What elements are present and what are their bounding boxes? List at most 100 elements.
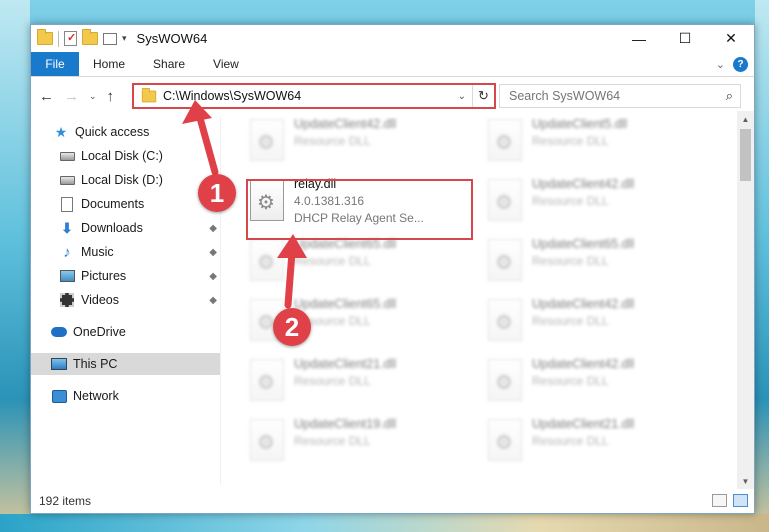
file-item[interactable]: ⚙ UpdateClient5.dll Resource DLL	[482, 117, 710, 171]
file-item[interactable]: ⚙ UpdateClient42.dll Resource DLL	[482, 353, 710, 411]
download-icon: ⬇	[61, 219, 73, 236]
new-folder-icon[interactable]	[82, 29, 98, 45]
ribbon-right: ⌄ ?	[716, 52, 754, 76]
back-button[interactable]: ←	[39, 88, 54, 105]
properties-icon[interactable]	[64, 31, 77, 46]
file-type: Resource DLL	[294, 434, 371, 448]
sidebar-item-label: Documents	[81, 197, 145, 211]
status-bar: 192 items	[31, 489, 754, 513]
tab-view[interactable]: View	[199, 52, 253, 76]
help-icon[interactable]: ?	[733, 56, 748, 72]
scroll-thumb[interactable]	[740, 129, 751, 181]
sidebar-item-label: Local Disk (C:)	[81, 149, 163, 163]
file-item[interactable]: ⚙ UpdateClient42.dll Resource DLL	[244, 117, 472, 171]
window-title: SysWOW64	[136, 31, 208, 46]
navigation-pane: ★ Quick access Local Disk (C:) Local Dis…	[31, 117, 221, 485]
pictures-icon	[59, 268, 75, 284]
search-box[interactable]: ⌕	[499, 84, 741, 108]
file-type: Resource DLL	[294, 374, 371, 388]
sidebar-item-label: Network	[73, 389, 119, 403]
file-item[interactable]: ⚙ UpdateClient21.dll Resource DLL	[244, 353, 472, 411]
file-type: Resource DLL	[294, 254, 371, 268]
maximize-button[interactable]: ☐	[662, 25, 708, 52]
file-item[interactable]: ⚙ UpdateClient21.dll Resource DLL	[482, 413, 710, 471]
tiles-view-icon[interactable]	[733, 494, 748, 507]
dll-file-icon: ⚙	[488, 419, 522, 461]
quick-access-toolbar: ▾	[31, 29, 127, 47]
item-count: 192 items	[39, 494, 92, 508]
pin-icon[interactable]: ◆	[209, 295, 217, 306]
dll-file-icon: ⚙	[488, 239, 522, 281]
file-name: UpdateClient42.dll	[532, 177, 635, 191]
qa-customize-arrow-icon[interactable]: ▾	[122, 33, 127, 44]
file-type: Resource DLL	[532, 194, 609, 208]
sidebar-item-quick-access[interactable]: ★ Quick access	[31, 121, 221, 143]
pane-divider[interactable]	[220, 117, 221, 485]
file-name: UpdateClient19.dll	[294, 417, 397, 431]
search-icon[interactable]: ⌕	[726, 88, 733, 104]
file-item[interactable]: ⚙ UpdateClient42.dll Resource DLL	[482, 293, 710, 351]
sidebar-item-label: Videos	[81, 293, 119, 307]
forward-button[interactable]: →	[64, 88, 79, 105]
refresh-button[interactable]: ↻	[472, 85, 494, 107]
file-name: UpdateClient42.dll	[532, 357, 635, 371]
file-type: Resource DLL	[532, 314, 609, 328]
details-view-icon[interactable]	[712, 494, 727, 507]
recent-locations-button[interactable]: ⌄	[89, 91, 97, 102]
minimize-button[interactable]: —	[616, 25, 662, 52]
file-list: ⚙ UpdateClient42.dll Resource DLL ⚙ Updat…	[236, 117, 741, 485]
sidebar-item-pictures[interactable]: Pictures ◆	[31, 265, 221, 287]
pin-icon[interactable]: ◆	[209, 223, 217, 234]
file-name: UpdateClient21.dll	[294, 357, 397, 371]
disk-icon	[59, 172, 75, 188]
music-icon: ♪	[63, 243, 71, 261]
onedrive-icon	[51, 324, 67, 340]
dll-file-icon: ⚙	[250, 239, 284, 281]
tab-home[interactable]: Home	[79, 52, 139, 76]
tab-file[interactable]: File	[31, 52, 79, 76]
file-name: UpdateClient65.dll	[532, 237, 635, 251]
view-buttons	[712, 494, 748, 507]
search-input[interactable]	[509, 89, 709, 103]
file-item[interactable]: ⚙ UpdateClient42.dll Resource DLL	[482, 173, 710, 231]
pin-icon[interactable]: ◆	[209, 247, 217, 258]
ribbon-expand-icon[interactable]: ⌄	[716, 58, 725, 71]
address-row: ← → ⌄ ↑ C:\Windows\SysWOW64 ⌄ ↻ ⌕	[31, 81, 754, 111]
address-bar[interactable]: C:\Windows\SysWOW64 ⌄ ↻	[132, 83, 496, 109]
sidebar-item-music[interactable]: ♪ Music ◆	[31, 241, 221, 263]
tab-share[interactable]: Share	[139, 52, 199, 76]
network-icon	[51, 388, 67, 404]
desktop-background-bottom	[0, 514, 769, 532]
sidebar-item-onedrive[interactable]: OneDrive	[31, 321, 221, 343]
customize-view-icon[interactable]	[103, 32, 117, 45]
sidebar-item-label: OneDrive	[73, 325, 126, 339]
pin-icon[interactable]: ◆	[209, 271, 217, 282]
up-button[interactable]: ↑	[107, 88, 115, 105]
sidebar-item-network[interactable]: Network	[31, 385, 221, 407]
sidebar-item-label: Pictures	[81, 269, 127, 283]
folder-icon	[37, 29, 53, 45]
file-item[interactable]: ⚙ UpdateClient65.dll Resource DLL	[244, 233, 472, 291]
file-item[interactable]: ⚙ UpdateClient19.dll Resource DLL	[244, 413, 472, 471]
address-dropdown-icon[interactable]: ⌄	[458, 91, 466, 102]
sidebar-item-local-disk-c[interactable]: Local Disk (C:)	[31, 145, 221, 167]
file-type: Resource DLL	[532, 254, 609, 268]
pc-icon	[51, 356, 67, 372]
dll-file-icon: ⚙	[488, 299, 522, 341]
sidebar-item-documents[interactable]: Documents	[31, 193, 221, 215]
file-name: UpdateClient42.dll	[532, 297, 635, 311]
scroll-down-icon[interactable]: ▼	[737, 473, 754, 489]
explorer-window: ▾ SysWOW64 — ☐ ✕ File Home Share View ⌄ …	[30, 24, 755, 514]
sidebar-item-local-disk-d[interactable]: Local Disk (D:)	[31, 169, 221, 191]
sidebar-item-this-pc[interactable]: This PC	[31, 353, 221, 375]
file-item[interactable]: ⚙ UpdateClient65.dll Resource DLL	[482, 233, 710, 291]
desktop-background-left	[0, 0, 30, 532]
title-bar: ▾ SysWOW64 — ☐ ✕	[31, 25, 754, 52]
sidebar-item-downloads[interactable]: ⬇ Downloads ◆	[31, 217, 221, 239]
close-button[interactable]: ✕	[708, 25, 754, 52]
address-path[interactable]: C:\Windows\SysWOW64	[163, 89, 301, 103]
sidebar-item-label: Quick access	[75, 125, 150, 139]
sidebar-item-videos[interactable]: Videos ◆	[31, 289, 221, 311]
scroll-up-icon[interactable]: ▲	[737, 111, 754, 127]
vertical-scrollbar[interactable]: ▲ ▼	[737, 111, 754, 489]
